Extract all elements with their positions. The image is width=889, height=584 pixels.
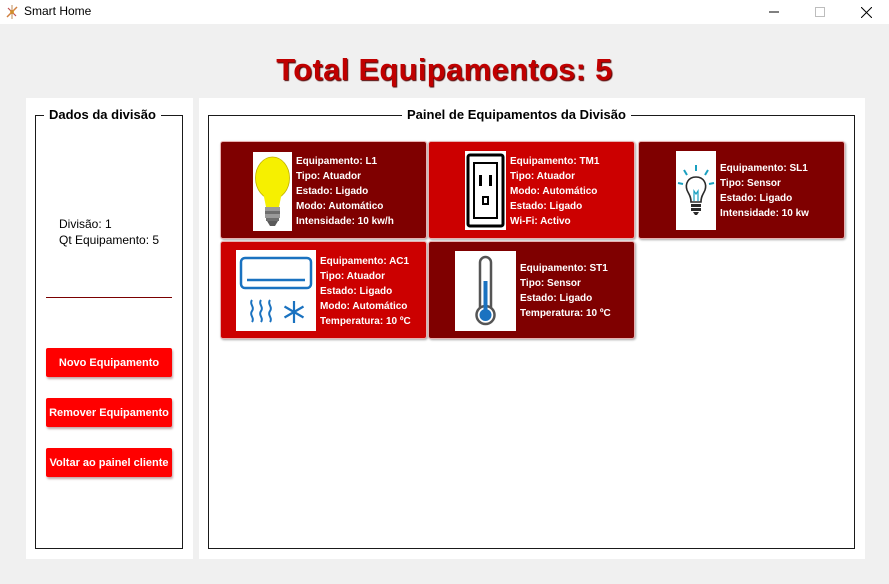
smart-light-sensor-icon xyxy=(676,151,716,230)
device-card-ac1[interactable]: Equipamento: AC1 Tipo: Atuador Estado: L… xyxy=(220,241,427,339)
device-line: Intensidade: 10 kw xyxy=(720,208,809,219)
device-line: Modo: Automático xyxy=(296,201,384,212)
device-line: Estado: Ligado xyxy=(720,193,793,204)
window-title: Smart Home xyxy=(24,4,92,18)
total-equipment-title: Total Equipamentos: 5 xyxy=(276,52,613,87)
remove-equipment-button[interactable]: Remover Equipamento xyxy=(46,398,172,427)
device-line: Tipo: Atuador xyxy=(320,271,385,282)
device-info-st1: Equipamento: ST1 Tipo: Sensor Estado: Li… xyxy=(520,261,611,321)
divider-line xyxy=(46,297,172,298)
equipment-count-label: Qt Equipamento: 5 xyxy=(59,233,160,247)
device-card-sl1[interactable]: Equipamento: SL1 Tipo: Sensor Estado: Li… xyxy=(638,141,845,239)
device-info-ac1: Equipamento: AC1 Tipo: Atuador Estado: L… xyxy=(320,254,411,329)
device-line: Estado: Ligado xyxy=(510,201,583,212)
equipment-panel-group: Painel de Equipamentos da Divisão Equipa… xyxy=(208,107,855,549)
device-line: Temperatura: 10 ºC xyxy=(520,308,611,319)
device-line: Equipamento: AC1 xyxy=(320,256,410,267)
division-data-legend: Dados da divisão xyxy=(44,107,161,122)
back-to-client-panel-button[interactable]: Voltar ao painel cliente xyxy=(46,448,172,477)
device-line: Intensidade: 10 kw/h xyxy=(296,216,394,227)
device-card-tm1[interactable]: Equipamento: TM1 Tipo: Atuador Modo: Aut… xyxy=(428,141,635,239)
air-conditioner-icon xyxy=(236,250,316,331)
device-info-l1: Equipamento: L1 Tipo: Atuador Estado: Li… xyxy=(296,154,394,229)
equipment-panel-legend: Painel de Equipamentos da Divisão xyxy=(402,107,631,122)
division-data-panel: Dados da divisão Divisão: 1 Qt Equipamen… xyxy=(26,98,193,559)
device-line: Estado: Ligado xyxy=(320,286,393,297)
device-line: Equipamento: TM1 xyxy=(510,156,600,167)
device-line: Estado: Ligado xyxy=(296,186,369,197)
device-card-l1[interactable]: Equipamento: L1 Tipo: Atuador Estado: Li… xyxy=(220,141,427,239)
device-line: Equipamento: L1 xyxy=(296,156,378,167)
device-info-tm1: Equipamento: TM1 Tipo: Atuador Modo: Aut… xyxy=(510,154,599,229)
device-line: Equipamento: ST1 xyxy=(520,263,608,274)
minimize-icon xyxy=(769,11,779,13)
maximize-button[interactable] xyxy=(797,0,843,24)
device-line: Equipamento: SL1 xyxy=(720,163,808,174)
division-number-label: Divisão: 1 xyxy=(59,217,112,231)
light-bulb-icon xyxy=(253,152,292,231)
device-info-sl1: Equipamento: SL1 Tipo: Sensor Estado: Li… xyxy=(720,161,809,221)
maximize-icon xyxy=(815,7,825,17)
device-line: Estado: Ligado xyxy=(520,293,593,304)
thermometer-icon xyxy=(455,251,516,331)
device-line: Wi-Fi: Activo xyxy=(510,216,571,227)
device-line: Modo: Automático xyxy=(510,186,598,197)
division-data-group: Dados da divisão Divisão: 1 Qt Equipamen… xyxy=(35,107,183,549)
device-line: Tipo: Atuador xyxy=(296,171,361,182)
close-button[interactable] xyxy=(843,0,889,24)
equipment-panel: Painel de Equipamentos da Divisão Equipa… xyxy=(199,98,865,559)
device-card-st1[interactable]: Equipamento: ST1 Tipo: Sensor Estado: Li… xyxy=(428,241,635,339)
device-line: Modo: Automático xyxy=(320,301,408,312)
power-outlet-icon xyxy=(465,151,506,230)
device-line: Temperatura: 10 ºC xyxy=(320,316,411,327)
minimize-button[interactable] xyxy=(751,0,797,24)
device-line: Tipo: Sensor xyxy=(720,178,781,189)
window-titlebar: Smart Home xyxy=(0,0,889,24)
app-icon xyxy=(6,5,18,19)
device-line: Tipo: Sensor xyxy=(520,278,581,289)
device-line: Tipo: Atuador xyxy=(510,171,575,182)
close-icon xyxy=(860,6,872,18)
new-equipment-button[interactable]: Novo Equipamento xyxy=(46,348,172,377)
